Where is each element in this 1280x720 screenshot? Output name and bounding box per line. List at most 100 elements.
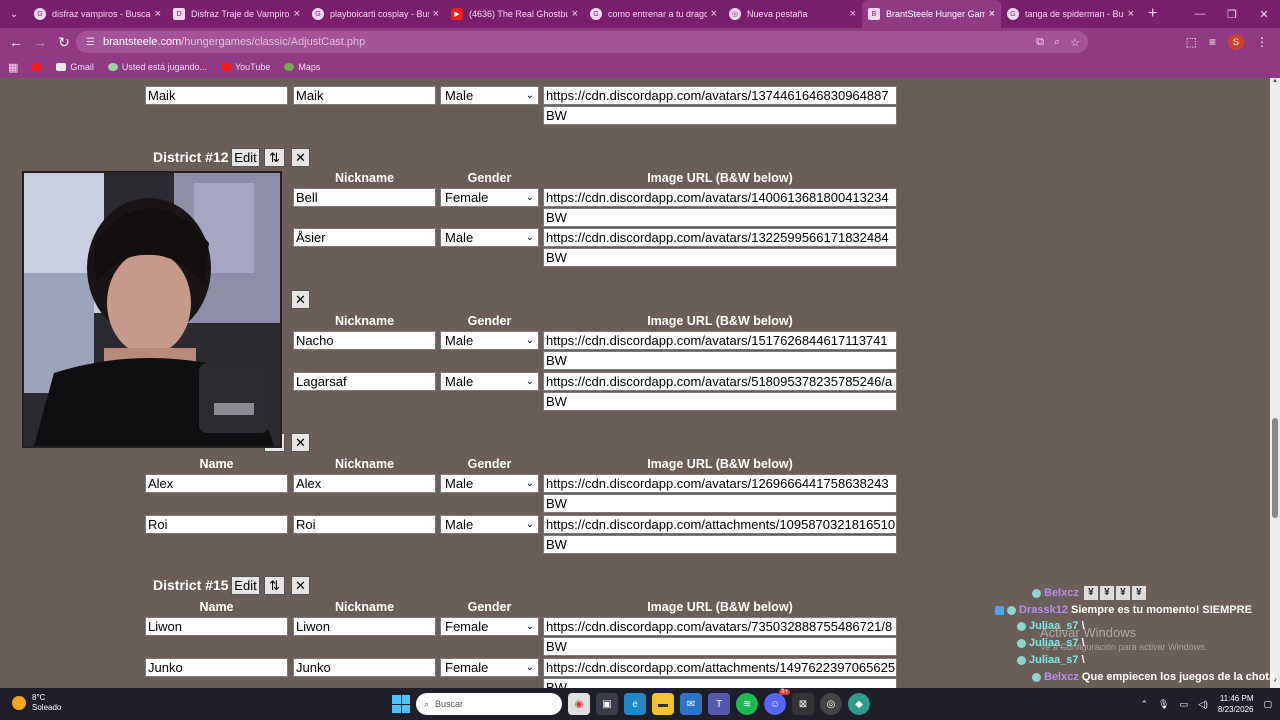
image-url-input[interactable]: https://cdn.discordapp.com/avatars/15176… — [543, 331, 897, 350]
minimize-icon[interactable]: — — [1184, 0, 1216, 28]
close-tab-icon[interactable]: × — [155, 8, 161, 20]
bookmark-gmail[interactable]: Gmail — [56, 62, 94, 72]
weather-widget[interactable]: 8°C Soleado — [12, 693, 61, 713]
reload-icon[interactable]: ↻ — [52, 28, 76, 56]
delete-icon[interactable]: ✕ — [291, 433, 310, 452]
image-url-input[interactable]: https://cdn.discordapp.com/avatars/12696… — [543, 474, 897, 493]
bw-url-input[interactable]: BW — [543, 678, 897, 688]
teams-icon[interactable]: T — [708, 693, 730, 715]
nickname-input[interactable]: Maik — [293, 86, 436, 105]
image-url-input[interactable]: https://cdn.discordapp.com/avatars/73503… — [543, 617, 897, 636]
nickname-input[interactable]: Lagarsaf — [293, 372, 436, 391]
taskbar-search[interactable]: ⌕ Buscar — [416, 693, 562, 715]
delete-icon[interactable]: ✕ — [291, 148, 310, 167]
gender-select[interactable]: Male ⌄ — [440, 474, 539, 493]
tab-6-active[interactable]: B BrantSteele Hunger Game × — [862, 0, 1001, 28]
outlook-icon[interactable]: ✉ — [680, 693, 702, 715]
tab-4[interactable]: Gcomo entrenar a tu drago × — [584, 0, 723, 28]
store-icon[interactable]: ▣ — [596, 693, 618, 715]
close-tab-icon[interactable]: × — [1128, 8, 1134, 20]
gender-select[interactable]: Male ⌄ — [440, 86, 539, 105]
image-url-input[interactable]: https://cdn.discordapp.com/attachments/1… — [543, 658, 897, 677]
name-input[interactable]: Liwon — [145, 617, 288, 636]
menu-icon[interactable]: ⋮ — [1256, 35, 1268, 49]
edit-button[interactable]: Edit — [231, 576, 260, 595]
tab-1[interactable]: D Disfraz Traje de Vampiro × — [167, 0, 306, 28]
gender-select[interactable]: Male ⌄ — [440, 331, 539, 350]
site-info-icon[interactable]: ☰ — [86, 37, 95, 48]
bw-url-input[interactable]: BW — [543, 106, 897, 125]
scroll-up-icon[interactable]: ▲ — [1270, 78, 1280, 88]
bookmark-youtube-blank[interactable] — [32, 63, 43, 71]
nickname-input[interactable]: Nacho — [293, 331, 436, 350]
close-tab-icon[interactable]: × — [294, 8, 300, 20]
tab-search-icon[interactable]: ⌄ — [0, 0, 28, 28]
address-bar[interactable]: ☰ brantsteele.com/hungergames/classic/Ad… — [76, 31, 1088, 53]
bookmark-playing[interactable]: Usted está jugando... — [107, 62, 207, 72]
start-icon[interactable] — [392, 695, 410, 713]
bookmark-maps[interactable]: Maps — [284, 62, 320, 72]
obs-icon[interactable]: ◎ — [820, 693, 842, 715]
close-tab-icon[interactable]: × — [433, 8, 439, 20]
discord-icon[interactable]: ☺ 9+ — [764, 689, 790, 715]
gender-select[interactable]: Female ⌄ — [440, 617, 539, 636]
spotify-icon[interactable]: ≋ — [736, 693, 758, 715]
nickname-input[interactable]: Roi — [293, 515, 436, 534]
delete-icon[interactable]: ✕ — [291, 576, 310, 595]
chevron-up-icon[interactable]: ⌃ — [1140, 699, 1148, 710]
image-url-input[interactable]: https://cdn.discordapp.com/avatars/13744… — [543, 86, 897, 105]
name-input[interactable]: Maik — [145, 86, 288, 105]
bw-url-input[interactable]: BW — [543, 208, 897, 227]
back-icon[interactable]: ← — [4, 28, 28, 56]
zoom-icon[interactable]: ⌕ — [1054, 36, 1060, 49]
bw-url-input[interactable]: BW — [543, 535, 897, 554]
app-icon[interactable]: ◆ — [848, 693, 870, 715]
notifications-icon[interactable]: ▢ — [1263, 699, 1272, 710]
tab-3[interactable]: ▶ (4636) The Real Ghostbust × — [445, 0, 584, 28]
gender-select[interactable]: Male ⌄ — [440, 515, 539, 534]
close-tab-icon[interactable]: × — [711, 8, 717, 20]
sort-icon[interactable]: ⇅ — [264, 148, 285, 167]
name-input[interactable]: Junko — [145, 658, 288, 677]
tab-5[interactable]: ◎ Nueva pestaña × — [723, 0, 862, 28]
file-explorer-icon[interactable]: ▬ — [652, 693, 674, 715]
apps-grid-icon[interactable]: ▦ — [8, 61, 18, 74]
nickname-input[interactable]: Liwon — [293, 617, 436, 636]
gender-select[interactable]: Male ⌄ — [440, 228, 539, 247]
microphone-icon[interactable]: 🎙 — [1158, 699, 1169, 710]
image-url-input[interactable]: https://cdn.discordapp.com/attachments/1… — [543, 515, 897, 534]
delete-icon[interactable]: ✕ — [291, 290, 310, 309]
tab-7[interactable]: Gtanga de spiderman - Bus × — [1001, 0, 1140, 28]
tab-0[interactable]: Gdisfraz vampiros - Buscar × — [28, 0, 167, 28]
nickname-input[interactable]: Åsier — [293, 228, 436, 247]
forward-icon[interactable]: → — [28, 28, 52, 56]
bw-url-input[interactable]: BW — [543, 637, 897, 656]
name-input[interactable]: Alex — [145, 474, 288, 493]
image-url-input[interactable]: https://cdn.discordapp.com/avatars/14006… — [543, 188, 897, 207]
bw-url-input[interactable]: BW — [543, 248, 897, 267]
tab-2[interactable]: Gplayboicarti cosplay - Bus × — [306, 0, 445, 28]
restore-icon[interactable]: ❐ — [1216, 0, 1248, 28]
media-icon[interactable]: ≡ — [1209, 35, 1216, 49]
gender-select[interactable]: Female ⌄ — [440, 188, 539, 207]
close-window-icon[interactable]: ✕ — [1248, 0, 1280, 28]
sort-icon[interactable]: ⇅ — [264, 576, 285, 595]
chrome-icon[interactable]: ◉ — [568, 693, 590, 715]
gender-select[interactable]: Male ⌄ — [440, 372, 539, 391]
nickname-input[interactable]: Alex — [293, 474, 436, 493]
bw-url-input[interactable]: BW — [543, 351, 897, 370]
capcut-icon[interactable]: ⊠ — [792, 693, 814, 715]
scrollbar-thumb[interactable] — [1272, 418, 1278, 518]
name-input[interactable]: Roi — [145, 515, 288, 534]
translate-icon[interactable]: ⧉ — [1036, 36, 1044, 49]
extensions-icon[interactable]: ⬚ — [1186, 35, 1197, 49]
profile-avatar[interactable]: S — [1228, 34, 1244, 50]
edit-button[interactable]: Edit — [231, 148, 260, 167]
bw-url-input[interactable]: BW — [543, 392, 897, 411]
bookmark-youtube[interactable]: YouTube — [220, 62, 270, 72]
image-url-input[interactable]: https://cdn.discordapp.com/avatars/51809… — [543, 372, 897, 391]
nickname-input[interactable]: Junko — [293, 658, 436, 677]
close-tab-icon[interactable]: × — [989, 8, 995, 20]
gender-select[interactable]: Female ⌄ — [440, 658, 539, 677]
close-tab-icon[interactable]: × — [850, 8, 856, 20]
